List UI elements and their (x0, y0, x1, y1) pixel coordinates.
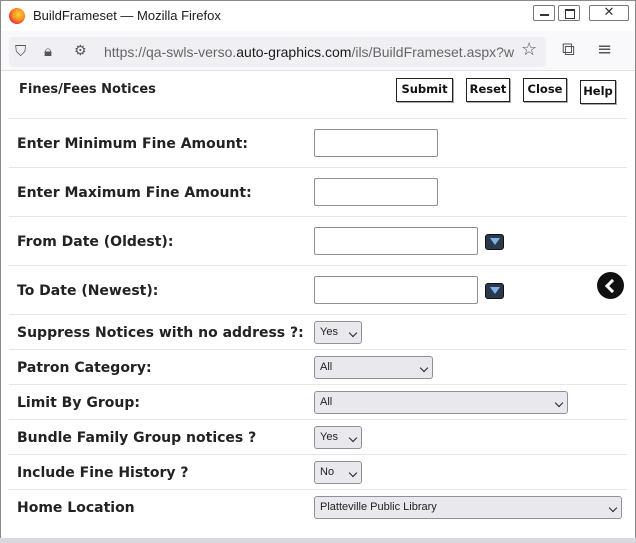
patron-category-select[interactable]: All (314, 356, 433, 379)
reset-button[interactable]: Reset (466, 78, 510, 102)
chevron-down-icon (608, 503, 618, 513)
back-arrow-icon[interactable] (597, 272, 624, 299)
min-fine-input[interactable] (314, 129, 438, 157)
suppress-row: Suppress Notices with no address ?: Yes (9, 314, 627, 349)
chevron-down-icon (348, 328, 358, 338)
shield-icon[interactable]: ⛉ (15, 43, 26, 59)
close-button[interactable]: Close (523, 78, 567, 102)
permissions-icon[interactable]: ⚙︎ (74, 43, 87, 59)
to-date-label: To Date (Newest): (17, 283, 159, 299)
chevron-down-icon (348, 468, 358, 478)
limit-group-select[interactable]: All (314, 391, 568, 414)
lock-icon[interactable]: 🔒︎ (44, 43, 52, 59)
from-date-input[interactable] (314, 227, 478, 255)
url-text[interactable]: https://qa-swls-verso.auto-graphics.com/… (104, 44, 514, 60)
patron-category-row: Patron Category: All (9, 349, 627, 384)
browser-window: BuildFrameset — Mozilla Firefox ✕ ⛉ 🔒︎ ⚙… (0, 0, 636, 543)
bookmark-star-icon[interactable]: ☆ (521, 41, 537, 59)
title-bar: BuildFrameset — Mozilla Firefox ✕ (1, 1, 635, 31)
max-fine-input[interactable] (314, 178, 438, 206)
to-date-input[interactable] (314, 276, 478, 304)
close-window-button[interactable]: ✕ (589, 5, 629, 21)
home-location-row: Home Location Platteville Public Library (9, 489, 627, 524)
chevron-down-icon (419, 363, 429, 373)
suppress-select[interactable]: Yes (314, 321, 362, 344)
patron-category-label: Patron Category: (17, 360, 152, 376)
bundle-label: Bundle Family Group notices ? (17, 430, 257, 446)
limit-group-label: Limit By Group: (17, 395, 140, 411)
to-date-calendar-icon[interactable] (485, 283, 504, 299)
from-date-calendar-icon[interactable] (485, 234, 504, 250)
fine-history-select[interactable]: No (314, 461, 362, 484)
suppress-label: Suppress Notices with no address ?: (17, 325, 304, 341)
min-fine-label: Enter Minimum Fine Amount: (17, 136, 248, 152)
bundle-select[interactable]: Yes (314, 426, 362, 449)
max-fine-row: Enter Maximum Fine Amount: (9, 167, 627, 216)
page-content: Fines/Fees Notices Submit Reset Close He… (1, 72, 635, 542)
fine-history-label: Include Fine History ? (17, 465, 189, 481)
chevron-down-icon (554, 398, 564, 408)
limit-group-row: Limit By Group: All (9, 384, 627, 419)
page-title: Fines/Fees Notices (19, 82, 156, 97)
firefox-logo-icon (9, 8, 25, 24)
min-fine-row: Enter Minimum Fine Amount: (9, 118, 627, 167)
bundle-row: Bundle Family Group notices ? Yes (9, 419, 627, 454)
submit-button[interactable]: Submit (396, 78, 453, 102)
home-location-label: Home Location (17, 500, 135, 516)
from-date-row: From Date (Oldest): (9, 216, 627, 265)
maximize-button[interactable] (558, 5, 580, 21)
navigation-bar: ⛉ 🔒︎ ⚙︎ https://qa-swls-verso.auto-graph… (1, 31, 635, 71)
chevron-down-icon (348, 433, 358, 443)
close-icon: ✕ (603, 5, 615, 20)
window-title: BuildFrameset — Mozilla Firefox (33, 8, 221, 23)
fine-history-row: Include Fine History ? No (9, 454, 627, 489)
extensions-icon[interactable]: ⧉ (562, 41, 575, 59)
from-date-label: From Date (Oldest): (17, 234, 174, 250)
help-button[interactable]: Help (580, 80, 616, 104)
hamburger-menu-icon[interactable]: ≡ (597, 41, 612, 59)
minimize-button[interactable] (533, 5, 555, 21)
home-location-select[interactable]: Platteville Public Library (314, 496, 622, 519)
bottom-edge (0, 538, 636, 543)
to-date-row: To Date (Newest): (9, 265, 627, 314)
max-fine-label: Enter Maximum Fine Amount: (17, 185, 252, 201)
